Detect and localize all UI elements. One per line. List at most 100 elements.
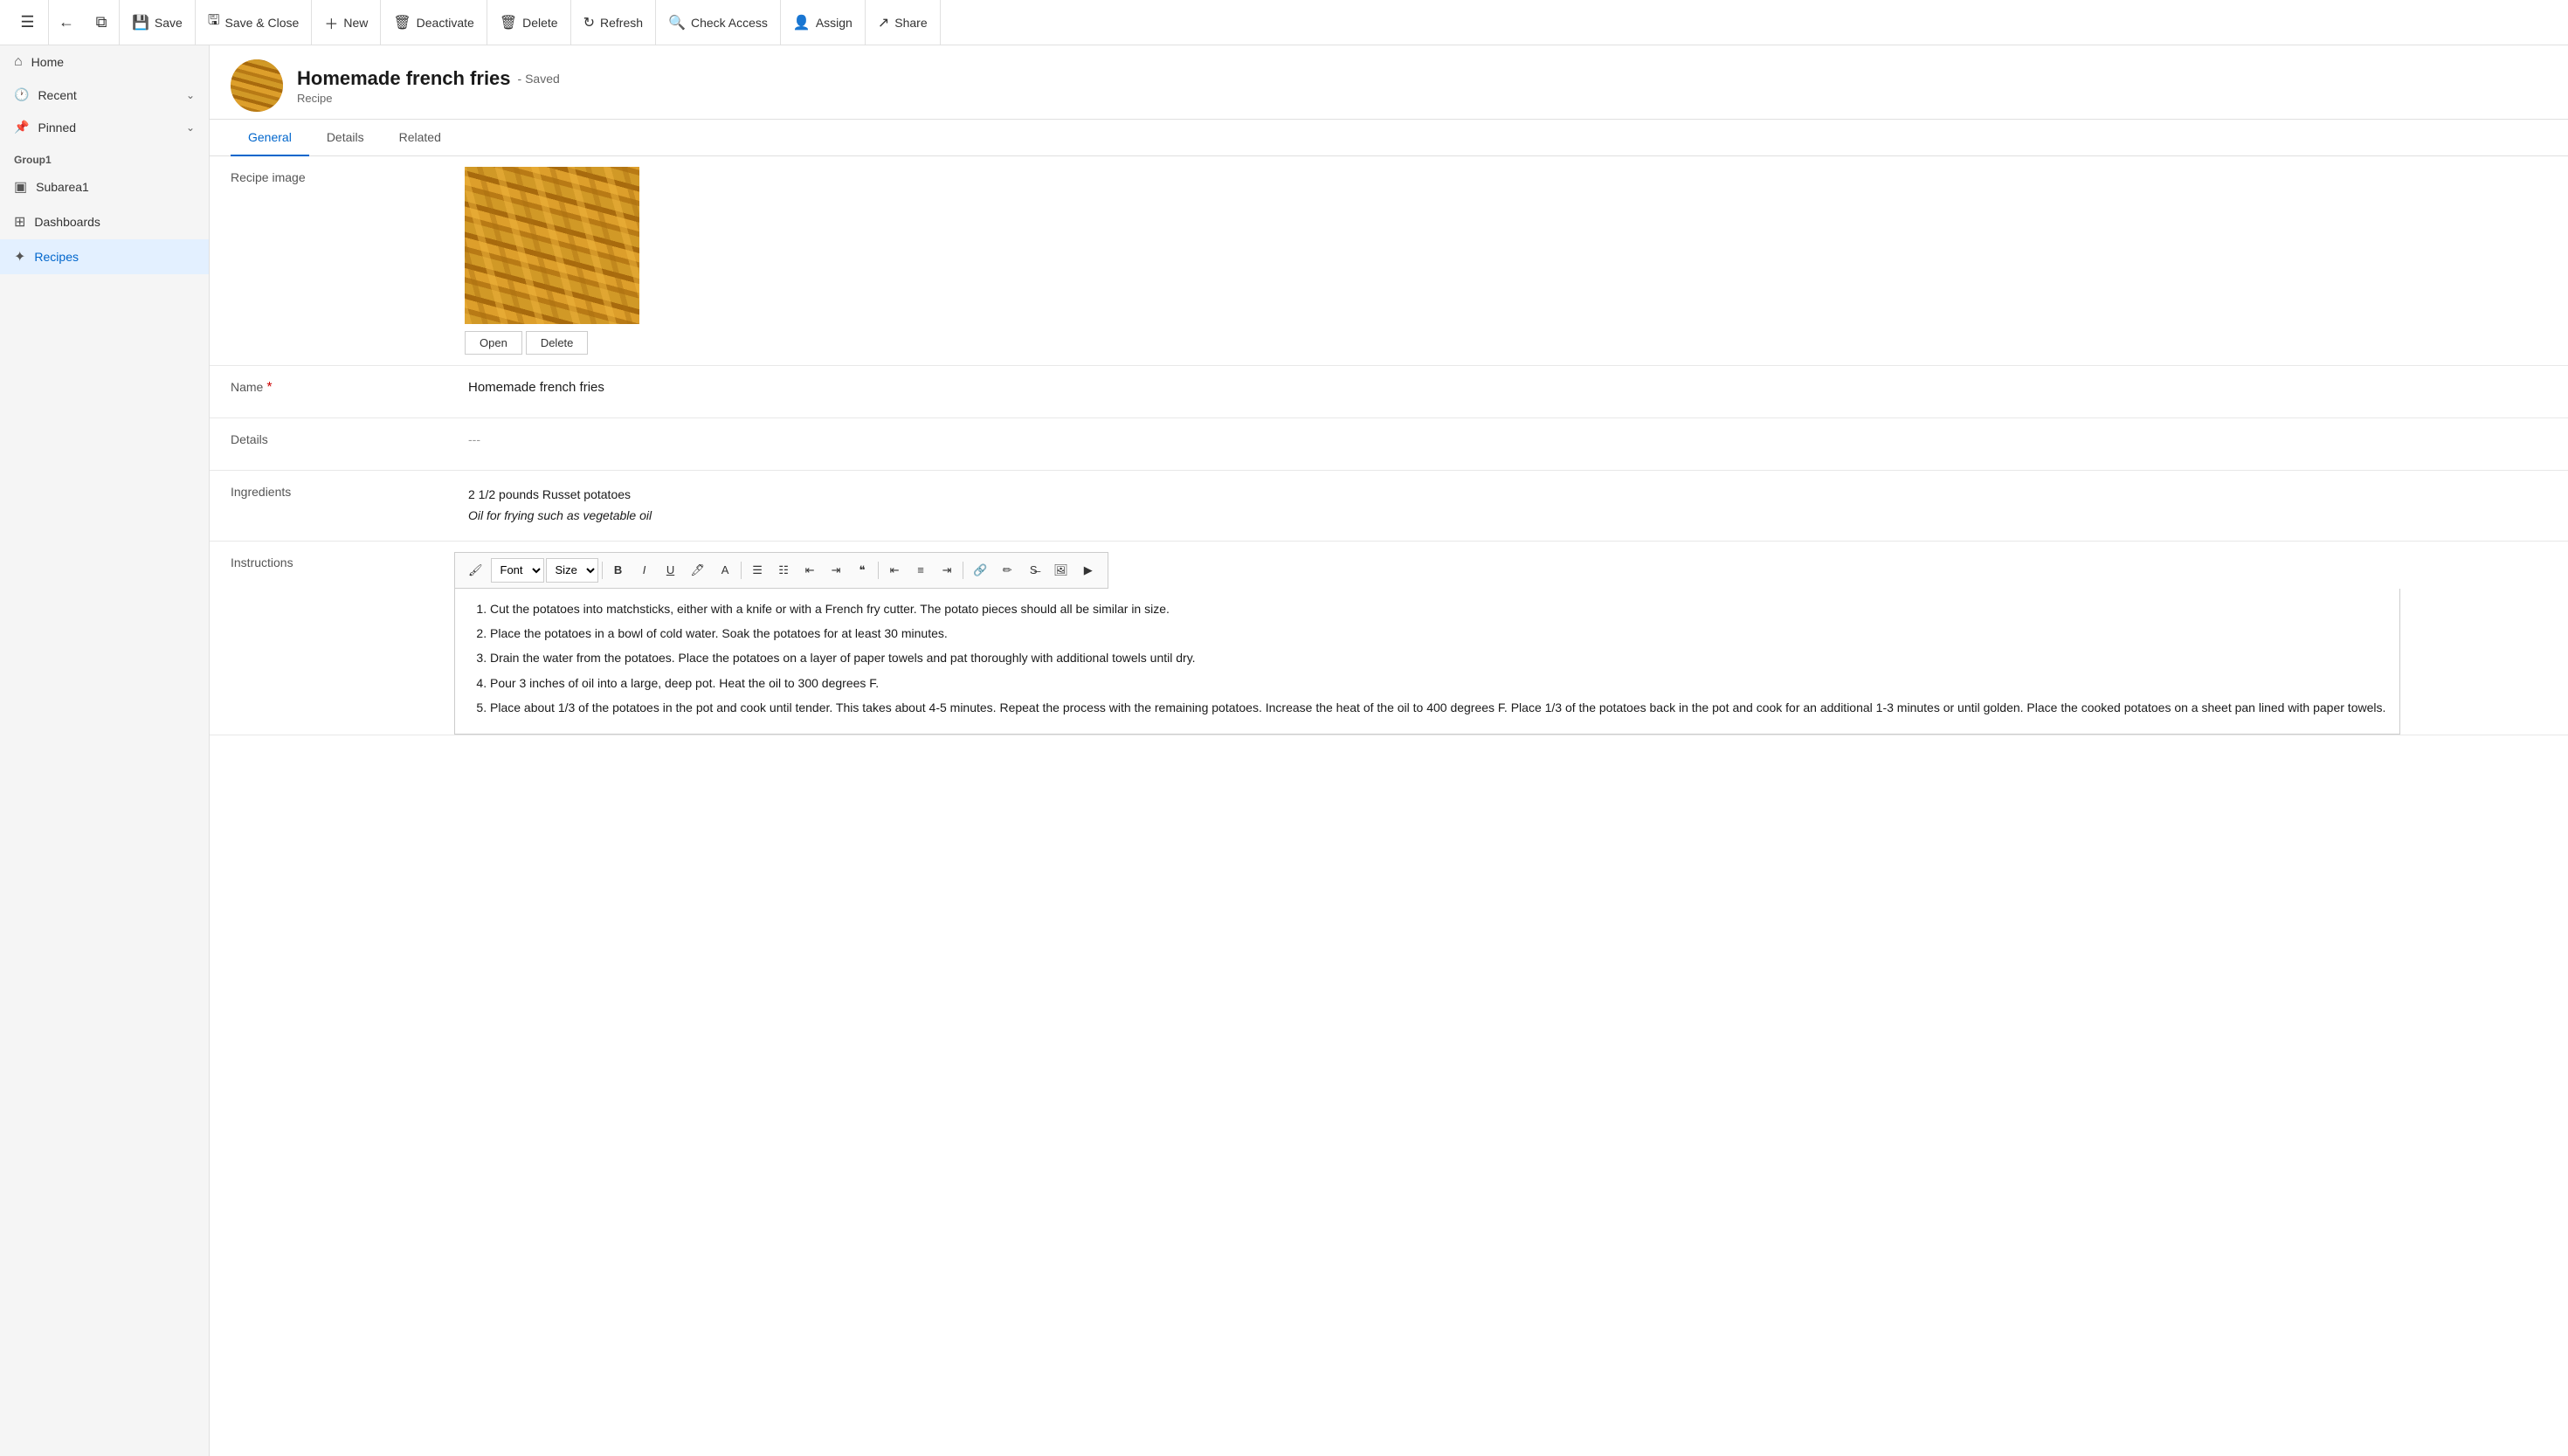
sidebar-item-recent[interactable]: 🕐 Recent ⌄ bbox=[0, 79, 209, 111]
record-type: Recipe bbox=[297, 92, 560, 105]
ingredients-row: Ingredients 2 1/2 pounds Russet potatoes… bbox=[210, 471, 2568, 542]
toolbar: ☰ ← ⧉ 💾 Save 🖫 Save & Close ＋ New 🗑 Deac… bbox=[0, 0, 2568, 45]
insert-link-icon: 🔗 bbox=[973, 563, 987, 577]
check-access-button[interactable]: 🔍 Check Access bbox=[656, 0, 781, 45]
font-selector[interactable]: Font bbox=[491, 558, 544, 583]
bullet-list-icon: ☰ bbox=[752, 563, 763, 577]
new-icon: ＋ bbox=[324, 12, 338, 33]
editor-toolbar: 🖌 Font Size B I bbox=[454, 552, 1108, 589]
underline-button[interactable]: U bbox=[659, 558, 683, 583]
recent-chevron-icon: ⌄ bbox=[186, 89, 195, 101]
tab-related[interactable]: Related bbox=[382, 120, 459, 156]
sidebar: ⌂ Home 🕐 Recent ⌄ 📌 Pinned ⌄ Group1 ▣ Su… bbox=[0, 45, 210, 1456]
decrease-indent-icon: ⇤ bbox=[805, 563, 815, 577]
recipe-image-content: Open Delete bbox=[454, 156, 650, 365]
blockquote-icon: ❝ bbox=[859, 563, 866, 577]
sidebar-item-recipes[interactable]: ✦ Recipes bbox=[0, 239, 209, 274]
tabs: General Details Related bbox=[210, 120, 2568, 156]
instructions-row: Instructions 🖌 Font Size bbox=[210, 542, 2568, 735]
image-open-button[interactable]: Open bbox=[465, 331, 522, 355]
menu-icon: ☰ bbox=[20, 13, 34, 31]
group1-label: Group1 bbox=[0, 143, 209, 169]
assign-button[interactable]: 👤 Assign bbox=[781, 0, 866, 45]
editor-clear-formatting-button[interactable]: 🖌 bbox=[462, 558, 489, 583]
clear-formatting-icon: 🖌 bbox=[468, 563, 483, 577]
instruction-item: Place about 1/3 of the potatoes in the p… bbox=[490, 698, 2385, 717]
insert-link-button[interactable]: 🔗 bbox=[967, 558, 993, 583]
details-label: Details bbox=[210, 418, 454, 460]
recipe-image[interactable] bbox=[465, 167, 639, 324]
instruction-item: Place the potatoes in a bowl of cold wat… bbox=[490, 624, 2385, 643]
save-button[interactable]: 💾 Save bbox=[120, 0, 196, 45]
name-value: Homemade french fries bbox=[454, 366, 2568, 409]
nav-buttons: ← ⧉ bbox=[49, 0, 120, 45]
details-row: Details --- bbox=[210, 418, 2568, 471]
highlight-button[interactable]: 🖊 bbox=[685, 558, 712, 583]
image-delete-button[interactable]: Delete bbox=[526, 331, 589, 355]
decrease-indent-button[interactable]: ⇤ bbox=[797, 558, 822, 583]
sidebar-item-home[interactable]: ⌂ Home bbox=[0, 45, 209, 79]
highlight-icon: 🖊 bbox=[691, 563, 706, 577]
align-right-button[interactable]: ⇥ bbox=[935, 558, 959, 583]
open-new-window-button[interactable]: ⧉ bbox=[84, 0, 119, 45]
more-options-button[interactable]: ▶ bbox=[1076, 558, 1101, 583]
pinned-chevron-icon: ⌄ bbox=[186, 121, 195, 134]
numbered-list-icon: ☷ bbox=[778, 563, 789, 577]
strikethrough-icon: S̶ bbox=[1030, 563, 1038, 576]
insert-image-button[interactable]: 🖼 bbox=[1047, 558, 1074, 583]
save-close-button[interactable]: 🖫 Save & Close bbox=[196, 0, 312, 45]
font-color-button[interactable]: A bbox=[713, 558, 737, 583]
refresh-icon: ↻ bbox=[583, 14, 595, 31]
check-access-icon: 🔍 bbox=[668, 14, 686, 31]
details-value: --- bbox=[454, 418, 2568, 460]
delete-icon: 🗑 bbox=[500, 14, 517, 31]
increase-indent-button[interactable]: ⇥ bbox=[824, 558, 848, 583]
tab-details[interactable]: Details bbox=[309, 120, 382, 156]
instruction-item: Pour 3 inches of oil into a large, deep … bbox=[490, 673, 2385, 693]
increase-indent-icon: ⇥ bbox=[832, 563, 841, 577]
ingredients-value: 2 1/2 pounds Russet potatoes Oil for fry… bbox=[454, 471, 2568, 541]
share-button[interactable]: ↗ Share bbox=[866, 0, 941, 45]
form-area: Recipe image Open Delete Name * Homemade… bbox=[210, 156, 2568, 1456]
main-layout: ⌂ Home 🕐 Recent ⌄ 📌 Pinned ⌄ Group1 ▣ Su… bbox=[0, 45, 2568, 1456]
refresh-button[interactable]: ↻ Refresh bbox=[571, 0, 656, 45]
strikethrough-button[interactable]: S̶ bbox=[1021, 558, 1046, 583]
ingredients-label: Ingredients bbox=[210, 471, 454, 513]
ingredients-line2: Oil for frying such as vegetable oil bbox=[468, 506, 652, 527]
italic-icon: I bbox=[643, 563, 646, 576]
blockquote-button[interactable]: ❝ bbox=[850, 558, 874, 583]
deactivate-button[interactable]: 🗑 Deactivate bbox=[381, 0, 487, 45]
name-row: Name * Homemade french fries bbox=[210, 366, 2568, 418]
pinned-icon: 📌 bbox=[14, 120, 29, 135]
font-color-icon: A bbox=[721, 563, 729, 576]
numbered-list-button[interactable]: ☷ bbox=[771, 558, 796, 583]
instructions-label: Instructions bbox=[210, 542, 454, 583]
delete-button[interactable]: 🗑 Delete bbox=[487, 0, 571, 45]
recipe-image-label: Recipe image bbox=[210, 156, 454, 198]
back-button[interactable]: ← bbox=[49, 0, 84, 45]
align-center-icon: ≡ bbox=[917, 563, 924, 576]
name-label: Name * bbox=[210, 366, 454, 410]
align-center-button[interactable]: ≡ bbox=[908, 558, 933, 583]
edit-link-button[interactable]: ✏ bbox=[995, 558, 1019, 583]
italic-button[interactable]: I bbox=[632, 558, 657, 583]
instructions-editor: 🖌 Font Size B I bbox=[454, 542, 2568, 735]
new-button[interactable]: ＋ New bbox=[312, 0, 381, 45]
sidebar-item-dashboards[interactable]: ⊞ Dashboards bbox=[0, 204, 209, 239]
bold-button[interactable]: B bbox=[606, 558, 631, 583]
save-close-icon: 🖫 bbox=[208, 10, 220, 34]
underline-icon: U bbox=[666, 563, 674, 576]
menu-button[interactable]: ☰ bbox=[7, 0, 49, 45]
recipe-image-row: Recipe image Open Delete bbox=[210, 156, 2568, 366]
size-selector[interactable]: Size bbox=[546, 558, 598, 583]
sidebar-item-subarea1[interactable]: ▣ Subarea1 bbox=[0, 169, 209, 204]
align-left-button[interactable]: ⇤ bbox=[882, 558, 907, 583]
bullet-list-button[interactable]: ☰ bbox=[745, 558, 770, 583]
instructions-content[interactable]: Cut the potatoes into matchsticks, eithe… bbox=[454, 589, 2400, 735]
sidebar-item-pinned[interactable]: 📌 Pinned ⌄ bbox=[0, 111, 209, 143]
save-icon: 💾 bbox=[132, 14, 149, 31]
deactivate-icon: 🗑 bbox=[393, 14, 411, 31]
name-required-indicator: * bbox=[266, 380, 272, 396]
back-icon: ← bbox=[59, 13, 74, 31]
tab-general[interactable]: General bbox=[231, 120, 309, 156]
